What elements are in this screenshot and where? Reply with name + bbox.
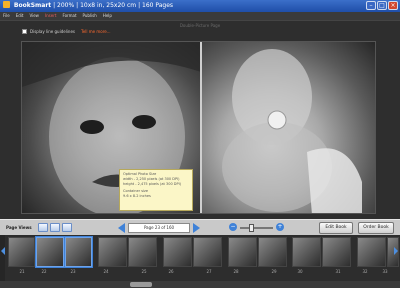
page-count: 160 Pages: [142, 2, 174, 9]
page-views-label: Page Views: [6, 225, 32, 230]
thumb-number: 29: [271, 269, 277, 274]
thumbnail-page-24[interactable]: [98, 237, 127, 267]
zoom-out-icon[interactable]: −: [229, 223, 237, 231]
strip-scroll-right-icon[interactable]: [394, 247, 398, 255]
thumbnail-page-22[interactable]: [36, 237, 64, 267]
thumb-number: 22: [41, 269, 47, 274]
menu-bar: File Edit View Insert Format Publish Hel…: [0, 12, 400, 20]
zoom-in-icon[interactable]: +: [276, 223, 284, 231]
thumbnail-page-31[interactable]: [322, 237, 351, 267]
single-page-view-icon[interactable]: [38, 223, 48, 232]
layout-title: Double-Picture Page: [179, 23, 221, 28]
thumbnail-strip: 21 22 23 24 25 26 27 28 29 30 31 32 33: [0, 235, 400, 288]
guides-label: Display line guidelines: [30, 29, 75, 34]
thumbnail-page-21[interactable]: [8, 237, 35, 267]
booksmart-window: BookSmart | 200% | 10x8 in, 25x20 cm | 1…: [0, 0, 400, 288]
tell-more-link[interactable]: Tell me more...: [81, 29, 111, 34]
menu-file[interactable]: File: [3, 12, 10, 20]
right-page-photo[interactable]: [199, 42, 375, 213]
thumb-number: 24: [103, 269, 109, 274]
previous-page-icon[interactable]: [118, 223, 125, 233]
spread-view-icon[interactable]: [50, 223, 60, 232]
thumbnail-page-26[interactable]: [163, 237, 192, 267]
menu-view[interactable]: View: [29, 12, 39, 20]
thumbnail-page-32[interactable]: [357, 237, 386, 267]
menu-publish[interactable]: Publish: [83, 12, 97, 20]
thumb-number: 26: [168, 269, 174, 274]
close-icon[interactable]: ×: [388, 1, 398, 10]
scrollbar-thumb[interactable]: [130, 282, 152, 287]
window-controls: – □ ×: [366, 1, 398, 10]
tooltip-line-3: height - 2,475 pixels (at 300 DPI): [123, 182, 181, 186]
menu-help[interactable]: Help: [103, 12, 112, 20]
tooltip-line-5: 9.6 x 8.2 inches: [123, 194, 151, 198]
thumb-number: 30: [297, 269, 303, 274]
guides-checkbox[interactable]: [22, 29, 27, 34]
menu-insert[interactable]: Insert: [45, 12, 56, 20]
thumb-number: 23: [70, 269, 76, 274]
display-guides-option[interactable]: Display line guidelines Tell me more...: [22, 29, 111, 34]
thumbnail-page-25[interactable]: [128, 237, 157, 267]
thumbnail-scrollbar[interactable]: [0, 281, 400, 288]
thumb-number: 33: [382, 269, 388, 274]
menu-edit[interactable]: Edit: [16, 12, 24, 20]
thumb-number: 31: [335, 269, 341, 274]
thumb-number: 27: [206, 269, 212, 274]
title-bar: BookSmart | 200% | 10x8 in, 25x20 cm | 1…: [0, 0, 400, 12]
page-indicator: Page 23 of 160: [128, 223, 190, 233]
thumbnail-view-icon[interactable]: [62, 223, 72, 232]
menu-format[interactable]: Format: [62, 12, 76, 20]
thumb-number: 32: [362, 269, 368, 274]
zoom-slider-track[interactable]: [240, 227, 273, 229]
book-size: 10x8 in, 25x20 cm: [80, 2, 137, 9]
maximize-icon[interactable]: □: [377, 1, 387, 10]
thumb-number: 21: [19, 269, 25, 274]
page-spread: [21, 41, 376, 214]
edit-book-button[interactable]: Edit Book: [319, 222, 353, 234]
app-icon: [3, 1, 10, 8]
next-page-icon[interactable]: [193, 223, 200, 233]
zoom-readout: 200%: [57, 2, 75, 9]
thumbnail-page-28[interactable]: [228, 237, 257, 267]
minimize-icon[interactable]: –: [366, 1, 376, 10]
thumbnail-page-30[interactable]: [292, 237, 321, 267]
thumbnail-page-23[interactable]: [65, 237, 92, 267]
zoom-slider-thumb[interactable]: [249, 224, 254, 232]
order-book-button[interactable]: Order Book: [358, 222, 394, 234]
thumb-number: 25: [141, 269, 147, 274]
photo-size-tooltip: Optimal Photo Size width - 2,250 pixels …: [119, 169, 193, 211]
app-name: BookSmart: [13, 2, 52, 9]
thumb-number: 28: [233, 269, 239, 274]
thumbnail-page-27[interactable]: [193, 237, 222, 267]
thumbnail-page-29[interactable]: [258, 237, 287, 267]
control-bar: Page Views Page 23 of 160 − + Edit Book …: [0, 219, 400, 235]
child-with-pacifier-photo: [221, 49, 362, 213]
workspace: Double-Picture Page Display line guideli…: [0, 20, 400, 219]
